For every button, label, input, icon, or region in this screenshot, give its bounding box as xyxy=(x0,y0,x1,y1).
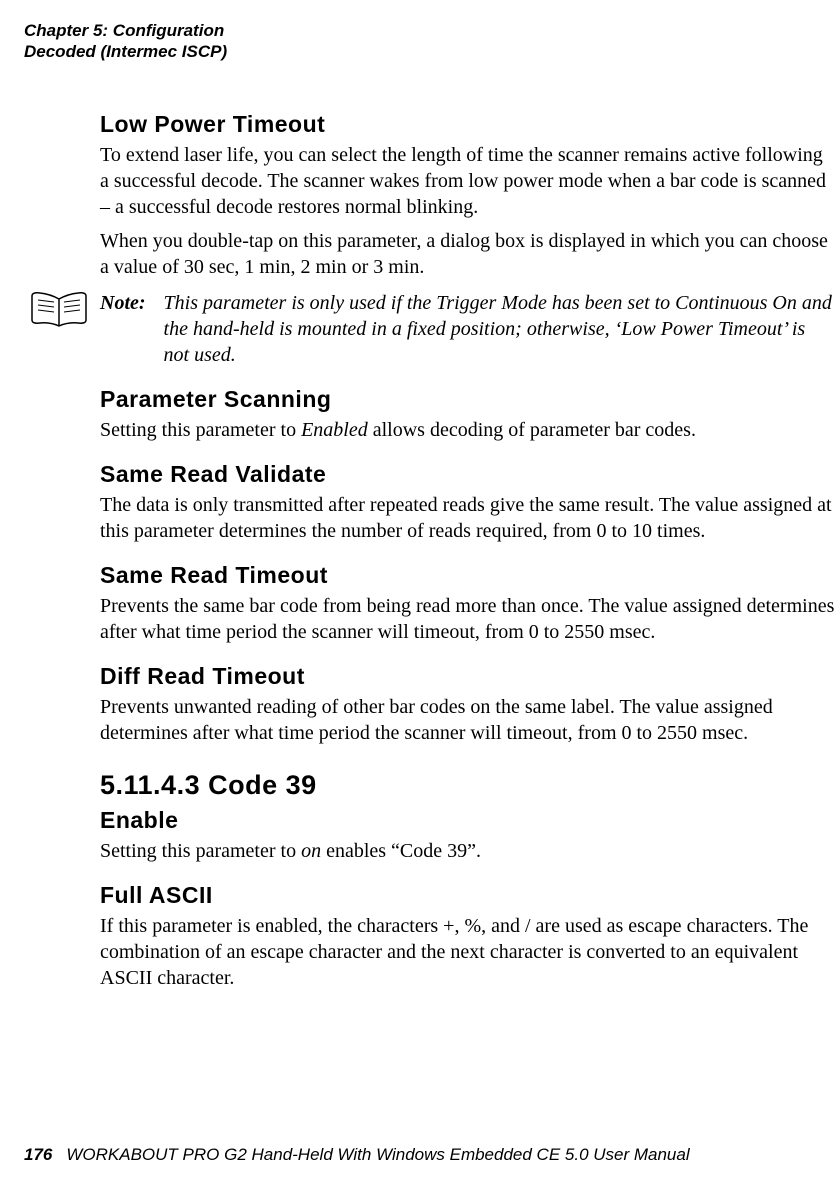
paragraph: The data is only transmitted after repea… xyxy=(100,492,835,544)
note-block: Note: This parameter is only used if the… xyxy=(30,290,835,368)
text: Setting this parameter to xyxy=(100,419,301,441)
heading-full-ascii: Full ASCII xyxy=(100,882,835,909)
page-header: Chapter 5: Configuration Decoded (Interm… xyxy=(0,20,838,63)
heading-low-power-timeout: Low Power Timeout xyxy=(100,111,835,138)
header-section: Decoded (Intermec ISCP) xyxy=(24,41,838,62)
page-footer: 176 WORKABOUT PRO G2 Hand-Held With Windo… xyxy=(24,1145,690,1165)
page: Chapter 5: Configuration Decoded (Interm… xyxy=(0,0,838,1193)
paragraph: When you double-tap on this parameter, a… xyxy=(100,228,835,280)
page-number: 176 xyxy=(24,1145,52,1164)
note-body: This parameter is only used if the Trigg… xyxy=(164,290,835,368)
emphasis: on xyxy=(301,840,321,862)
footer-text: WORKABOUT PRO G2 Hand-Held With Windows … xyxy=(66,1145,689,1164)
text: allows decoding of parameter bar codes. xyxy=(368,419,696,441)
heading-enable: Enable xyxy=(100,807,835,834)
header-chapter: Chapter 5: Configuration xyxy=(24,20,838,41)
text: Setting this parameter to xyxy=(100,840,301,862)
emphasis: Enabled xyxy=(301,419,368,441)
paragraph: Setting this parameter to on enables “Co… xyxy=(100,838,835,864)
heading-same-read-timeout: Same Read Timeout xyxy=(100,562,835,589)
paragraph: Prevents the same bar code from being re… xyxy=(100,593,835,645)
page-content: Low Power Timeout To extend laser life, … xyxy=(0,63,835,991)
heading-parameter-scanning: Parameter Scanning xyxy=(100,386,835,413)
text: enables “Code 39”. xyxy=(321,840,481,862)
note-text: Note: This parameter is only used if the… xyxy=(100,290,835,368)
paragraph: Prevents unwanted reading of other bar c… xyxy=(100,694,835,746)
paragraph: If this parameter is enabled, the charac… xyxy=(100,913,835,991)
paragraph: To extend laser life, you can select the… xyxy=(100,142,835,220)
heading-diff-read-timeout: Diff Read Timeout xyxy=(100,663,835,690)
book-icon xyxy=(30,290,90,333)
paragraph: Setting this parameter to Enabled allows… xyxy=(100,417,835,443)
heading-code-39: 5.11.4.3 Code 39 xyxy=(100,770,835,801)
heading-same-read-validate: Same Read Validate xyxy=(100,461,835,488)
note-label: Note: xyxy=(100,290,146,368)
